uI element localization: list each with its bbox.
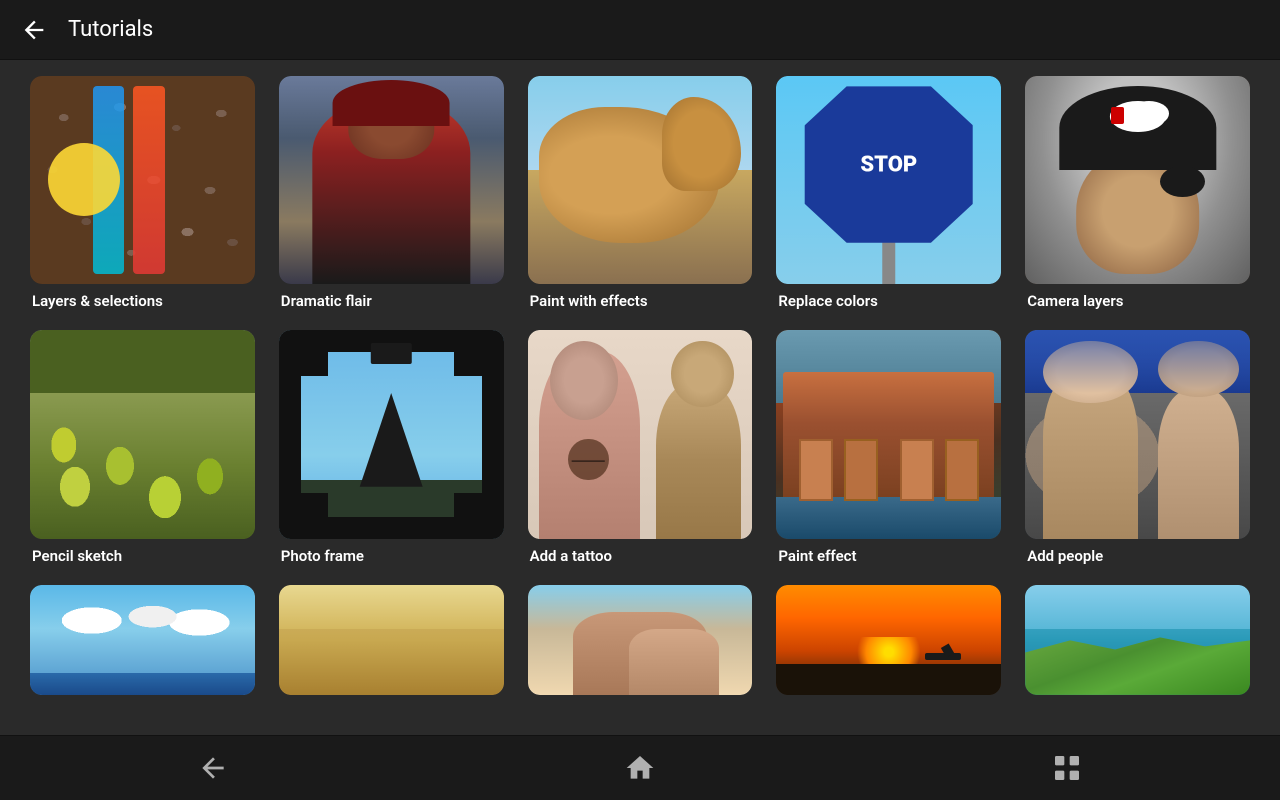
tutorial-thumb-camera <box>1025 76 1250 284</box>
tutorial-thumb-paint <box>528 76 753 284</box>
tutorial-thumb-pencil <box>30 330 255 538</box>
bottom-nav-bar <box>0 735 1280 800</box>
tutorial-label-pencil: Pencil sketch <box>30 547 255 565</box>
tutorial-label-dramatic: Dramatic flair <box>279 292 504 310</box>
stop-sign-text: STOP <box>860 152 917 177</box>
tutorial-thumb-sunset <box>776 585 1001 695</box>
tutorial-thumb-layers <box>30 76 255 284</box>
tutorial-label-layers: Layers & selections <box>30 292 255 310</box>
main-content: Layers & selections Dramatic flair <box>0 60 1280 735</box>
tutorial-thumb-paint-effect <box>776 330 1001 538</box>
tutorial-label-replace: Replace colors <box>776 292 1001 310</box>
back-nav-button[interactable] <box>183 748 243 788</box>
tutorial-item-add-tattoo[interactable]: ⸻ Add a tattoo <box>528 330 753 564</box>
tutorial-label-tattoo: Add a tattoo <box>528 547 753 565</box>
tutorial-grid: Layers & selections Dramatic flair <box>30 76 1250 695</box>
tutorial-thumb-desert <box>279 585 504 695</box>
tutorial-item-replace-colors[interactable]: STOP Replace colors <box>776 76 1001 310</box>
tutorial-thumb-dramatic <box>279 76 504 284</box>
tutorial-thumb-coastal <box>1025 585 1250 695</box>
tutorial-item-dramatic-flair[interactable]: Dramatic flair <box>279 76 504 310</box>
back-button[interactable] <box>16 12 52 48</box>
top-bar: Tutorials <box>0 0 1280 60</box>
tutorial-label-paint: Paint with effects <box>528 292 753 310</box>
tutorial-label-add-people: Add people <box>1025 547 1250 565</box>
tutorial-thumb-replace: STOP <box>776 76 1001 284</box>
tutorial-label-frame: Photo frame <box>279 547 504 565</box>
tutorial-label-camera: Camera layers <box>1025 292 1250 310</box>
tutorial-item-sunset[interactable] <box>776 585 1001 695</box>
tutorial-thumb-tattoo: ⸻ <box>528 330 753 538</box>
recent-apps-button[interactable] <box>1037 748 1097 788</box>
tutorial-item-desert[interactable] <box>279 585 504 695</box>
tutorial-thumb-beach <box>528 585 753 695</box>
tutorial-item-camera-layers[interactable]: Camera layers <box>1025 76 1250 310</box>
tutorial-item-add-people[interactable]: Add people <box>1025 330 1250 564</box>
tutorial-thumb-add-people <box>1025 330 1250 538</box>
tutorial-thumb-sky <box>30 585 255 695</box>
tutorial-item-layers-selections[interactable]: Layers & selections <box>30 76 255 310</box>
tutorial-thumb-frame <box>279 330 504 538</box>
tutorial-label-paint-effect: Paint effect <box>776 547 1001 565</box>
home-nav-button[interactable] <box>610 748 670 788</box>
tutorial-item-coastal[interactable] <box>1025 585 1250 695</box>
tutorial-item-photo-frame[interactable]: Photo frame <box>279 330 504 564</box>
tutorial-item-pencil-sketch[interactable]: Pencil sketch <box>30 330 255 564</box>
tutorial-item-paint-effects[interactable]: Paint with effects <box>528 76 753 310</box>
page-title: Tutorials <box>68 17 153 42</box>
tutorial-item-sky[interactable] <box>30 585 255 695</box>
tutorial-item-beach[interactable] <box>528 585 753 695</box>
tutorial-item-paint-effect[interactable]: Paint effect <box>776 330 1001 564</box>
